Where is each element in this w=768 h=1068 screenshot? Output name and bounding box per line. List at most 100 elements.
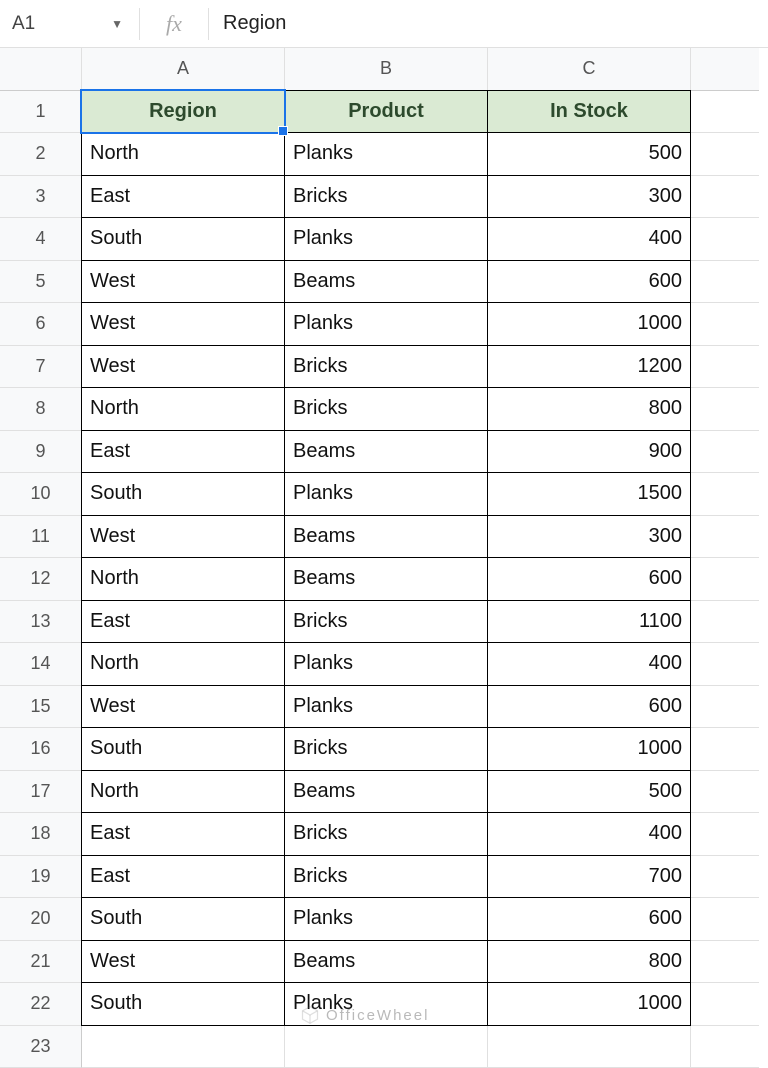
cell-C4[interactable]: 400 <box>487 217 691 261</box>
cell-A12[interactable]: North <box>81 557 285 601</box>
row-header-21[interactable]: 21 <box>0 941 82 984</box>
cell-C19[interactable]: 700 <box>487 855 691 899</box>
cell-B10[interactable]: Planks <box>284 472 488 516</box>
cell-D4[interactable] <box>691 218 759 261</box>
row-header-15[interactable]: 15 <box>0 686 82 729</box>
column-header-C[interactable]: C <box>488 48 691 91</box>
cell-D9[interactable] <box>691 431 759 474</box>
cell-D6[interactable] <box>691 303 759 346</box>
row-header-4[interactable]: 4 <box>0 218 82 261</box>
column-header-B[interactable]: B <box>285 48 488 91</box>
cell-B22[interactable]: Planks <box>284 982 488 1026</box>
cell-C10[interactable]: 1500 <box>487 472 691 516</box>
column-header-A[interactable]: A <box>82 48 285 91</box>
name-box[interactable]: A1 ▼ <box>0 0 135 47</box>
row-header-6[interactable]: 6 <box>0 303 82 346</box>
cell-A15[interactable]: West <box>81 685 285 729</box>
row-header-22[interactable]: 22 <box>0 983 82 1026</box>
cell-C9[interactable]: 900 <box>487 430 691 474</box>
cell-D14[interactable] <box>691 643 759 686</box>
cell-D23[interactable] <box>691 1026 759 1068</box>
cell-C1[interactable]: In Stock <box>487 90 691 134</box>
cell-B13[interactable]: Bricks <box>284 600 488 644</box>
cell-C23[interactable] <box>488 1026 691 1068</box>
row-header-14[interactable]: 14 <box>0 643 82 686</box>
cell-A1[interactable]: Region <box>81 90 285 134</box>
cell-D18[interactable] <box>691 813 759 856</box>
cell-D13[interactable] <box>691 601 759 644</box>
cell-D19[interactable] <box>691 856 759 899</box>
cell-D22[interactable] <box>691 983 759 1026</box>
cell-A14[interactable]: North <box>81 642 285 686</box>
cell-A19[interactable]: East <box>81 855 285 899</box>
row-header-12[interactable]: 12 <box>0 558 82 601</box>
cell-A11[interactable]: West <box>81 515 285 559</box>
cell-C17[interactable]: 500 <box>487 770 691 814</box>
cell-D8[interactable] <box>691 388 759 431</box>
column-header-blank[interactable] <box>691 48 759 91</box>
row-header-23[interactable]: 23 <box>0 1026 82 1068</box>
cell-A18[interactable]: East <box>81 812 285 856</box>
cell-A10[interactable]: South <box>81 472 285 516</box>
cell-C21[interactable]: 800 <box>487 940 691 984</box>
cell-A8[interactable]: North <box>81 387 285 431</box>
cell-D12[interactable] <box>691 558 759 601</box>
row-header-20[interactable]: 20 <box>0 898 82 941</box>
cell-A17[interactable]: North <box>81 770 285 814</box>
cell-C6[interactable]: 1000 <box>487 302 691 346</box>
cell-B12[interactable]: Beams <box>284 557 488 601</box>
cell-B16[interactable]: Bricks <box>284 727 488 771</box>
cell-D20[interactable] <box>691 898 759 941</box>
cell-B15[interactable]: Planks <box>284 685 488 729</box>
cell-C22[interactable]: 1000 <box>487 982 691 1026</box>
formula-input[interactable]: Region <box>213 12 286 35</box>
cell-B6[interactable]: Planks <box>284 302 488 346</box>
cell-C13[interactable]: 1100 <box>487 600 691 644</box>
cell-B2[interactable]: Planks <box>284 132 488 176</box>
cell-B1[interactable]: Product <box>284 90 488 134</box>
cell-D2[interactable] <box>691 133 759 176</box>
cell-B9[interactable]: Beams <box>284 430 488 474</box>
cell-C3[interactable]: 300 <box>487 175 691 219</box>
row-header-5[interactable]: 5 <box>0 261 82 304</box>
cell-B23[interactable] <box>285 1026 488 1068</box>
row-header-19[interactable]: 19 <box>0 856 82 899</box>
cell-A21[interactable]: West <box>81 940 285 984</box>
cell-B17[interactable]: Beams <box>284 770 488 814</box>
cell-A23[interactable] <box>82 1026 285 1068</box>
row-header-13[interactable]: 13 <box>0 601 82 644</box>
cell-C18[interactable]: 400 <box>487 812 691 856</box>
row-header-18[interactable]: 18 <box>0 813 82 856</box>
cell-A5[interactable]: West <box>81 260 285 304</box>
row-header-17[interactable]: 17 <box>0 771 82 814</box>
row-header-8[interactable]: 8 <box>0 388 82 431</box>
cell-C7[interactable]: 1200 <box>487 345 691 389</box>
row-header-2[interactable]: 2 <box>0 133 82 176</box>
cell-C16[interactable]: 1000 <box>487 727 691 771</box>
cell-A13[interactable]: East <box>81 600 285 644</box>
cell-B18[interactable]: Bricks <box>284 812 488 856</box>
row-header-7[interactable]: 7 <box>0 346 82 389</box>
cell-A20[interactable]: South <box>81 897 285 941</box>
cell-D17[interactable] <box>691 771 759 814</box>
cell-B19[interactable]: Bricks <box>284 855 488 899</box>
cell-D11[interactable] <box>691 516 759 559</box>
cell-B7[interactable]: Bricks <box>284 345 488 389</box>
chevron-down-icon[interactable]: ▼ <box>111 17 123 31</box>
row-header-11[interactable]: 11 <box>0 516 82 559</box>
cell-D21[interactable] <box>691 941 759 984</box>
cell-A22[interactable]: South <box>81 982 285 1026</box>
cell-A6[interactable]: West <box>81 302 285 346</box>
cell-B5[interactable]: Beams <box>284 260 488 304</box>
cell-D15[interactable] <box>691 686 759 729</box>
cell-D16[interactable] <box>691 728 759 771</box>
cell-A4[interactable]: South <box>81 217 285 261</box>
row-header-3[interactable]: 3 <box>0 176 82 219</box>
cell-C20[interactable]: 600 <box>487 897 691 941</box>
cell-B8[interactable]: Bricks <box>284 387 488 431</box>
cell-B11[interactable]: Beams <box>284 515 488 559</box>
row-header-9[interactable]: 9 <box>0 431 82 474</box>
cell-C15[interactable]: 600 <box>487 685 691 729</box>
cell-C5[interactable]: 600 <box>487 260 691 304</box>
cell-B21[interactable]: Beams <box>284 940 488 984</box>
